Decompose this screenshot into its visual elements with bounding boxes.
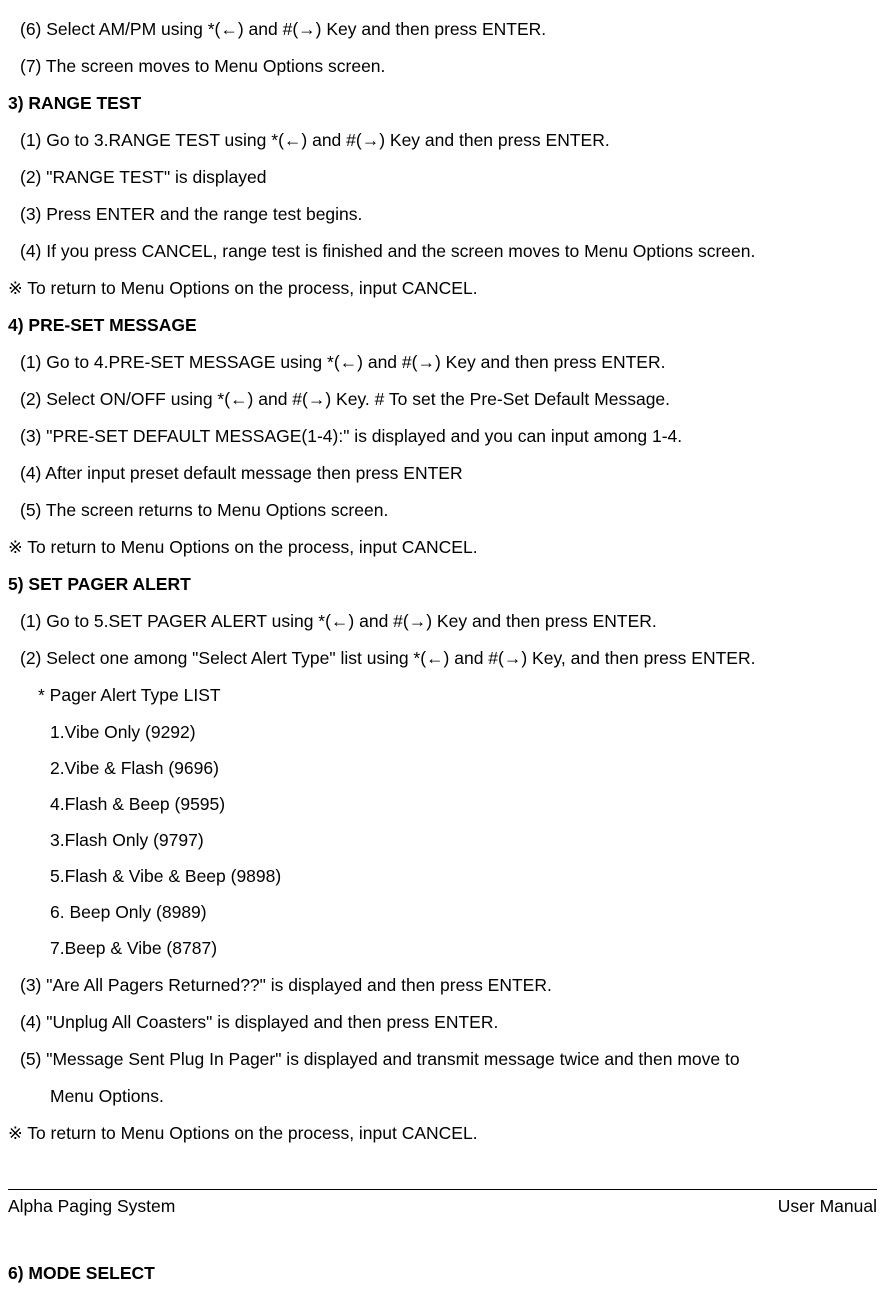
note-text: ※ To return to Menu Options on the proce… — [8, 274, 877, 302]
list-item: 5.Flash & Vibe & Beep (9898) — [8, 862, 877, 890]
step-text-continuation: Menu Options. — [8, 1082, 877, 1110]
step-text: (6) Select AM/PM using *(←) and #(→) Key… — [8, 15, 877, 43]
step-text: (7) The screen moves to Menu Options scr… — [8, 52, 877, 80]
list-item: 1.Vibe Only (9292) — [8, 718, 877, 746]
step-text: (1) Go to 3.RANGE TEST using *(←) and #(… — [8, 126, 877, 154]
list-item: 6. Beep Only (8989) — [8, 898, 877, 926]
footer-product-name: Alpha Paging System — [8, 1192, 175, 1220]
section-heading-pager-alert: 5) SET PAGER ALERT — [8, 570, 877, 598]
section-heading-mode-select: 6) MODE SELECT — [8, 1259, 877, 1287]
step-text: (5) "Message Sent Plug In Pager" is disp… — [8, 1045, 877, 1073]
list-item: 4.Flash & Beep (9595) — [8, 790, 877, 818]
page-footer: Alpha Paging System User Manual — [8, 1189, 877, 1220]
step-text: (1) Go to 5.SET PAGER ALERT using *(←) a… — [8, 607, 877, 635]
step-text: (4) If you press CANCEL, range test is f… — [8, 237, 877, 265]
list-item: 2.Vibe & Flash (9696) — [8, 754, 877, 782]
step-text: (4) After input preset default message t… — [8, 459, 877, 487]
list-item: 3.Flash Only (9797) — [8, 826, 877, 854]
step-text: (2) Select ON/OFF using *(←) and #(→) Ke… — [8, 385, 877, 413]
section-heading-preset-message: 4) PRE-SET MESSAGE — [8, 311, 877, 339]
note-text: ※ To return to Menu Options on the proce… — [8, 1119, 877, 1147]
step-text: (3) "PRE-SET DEFAULT MESSAGE(1-4):" is d… — [8, 422, 877, 450]
list-header: * Pager Alert Type LIST — [8, 681, 877, 709]
step-text: (4) "Unplug All Coasters" is displayed a… — [8, 1008, 877, 1036]
section-heading-range-test: 3) RANGE TEST — [8, 89, 877, 117]
step-text: (5) The screen returns to Menu Options s… — [8, 496, 877, 524]
step-text: (3) Press ENTER and the range test begin… — [8, 200, 877, 228]
step-text: (1) Go to 4.PRE-SET MESSAGE using *(←) a… — [8, 348, 877, 376]
list-item: 7.Beep & Vibe (8787) — [8, 934, 877, 962]
footer-doc-title: User Manual — [778, 1192, 877, 1220]
step-text: (2) "RANGE TEST" is displayed — [8, 163, 877, 191]
step-text: (3) "Are All Pagers Returned??" is displ… — [8, 971, 877, 999]
step-text: (2) Select one among "Select Alert Type"… — [8, 644, 877, 672]
note-text: ※ To return to Menu Options on the proce… — [8, 533, 877, 561]
